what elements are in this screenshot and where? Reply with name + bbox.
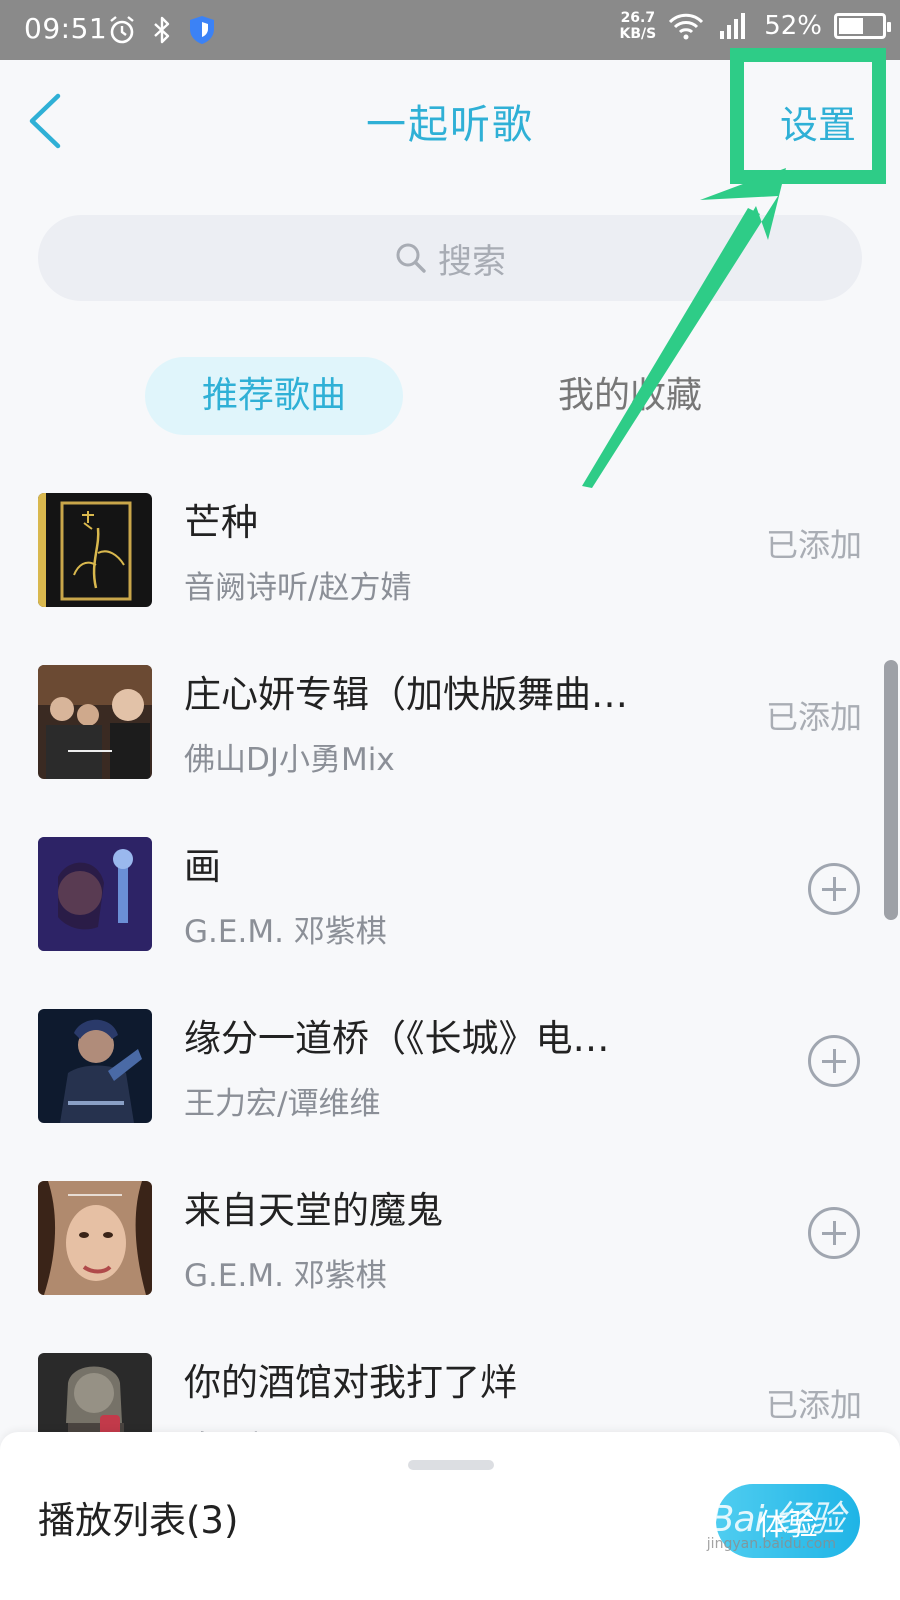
song-row[interactable]: 芒种 音阙诗听/赵方婧 已添加 xyxy=(0,480,900,652)
tab-recommended-songs[interactable]: 推荐歌曲 xyxy=(145,357,403,435)
add-song-button[interactable] xyxy=(808,1035,860,1087)
album-cover xyxy=(38,837,152,951)
drag-handle[interactable] xyxy=(408,1460,494,1470)
song-title: 缘分一道桥（《长城》电… xyxy=(184,1017,610,1060)
song-row[interactable]: 缘分一道桥（《长城》电… 王力宏/谭维维 xyxy=(0,996,900,1168)
tab-bar: 推荐歌曲 我的收藏 xyxy=(0,357,900,435)
network-speed: 26.7 KB/S xyxy=(619,10,656,42)
song-row[interactable]: 来自天堂的魔鬼 G.E.M. 邓紫棋 xyxy=(0,1168,900,1340)
song-artist: 佛山DJ小勇Mix xyxy=(184,742,395,778)
alarm-icon xyxy=(110,16,134,44)
album-cover xyxy=(38,665,152,779)
baidu-watermark: Bai 经验 xyxy=(709,1499,845,1540)
album-cover xyxy=(38,1009,152,1123)
shield-icon xyxy=(190,16,214,44)
search-input[interactable]: 搜索 xyxy=(38,215,862,301)
song-artist: G.E.M. 邓紫棋 xyxy=(184,914,387,950)
song-title: 庄心妍专辑（加快版舞曲… xyxy=(184,673,628,716)
signal-4g-icon xyxy=(720,13,746,39)
page-title: 一起听歌 xyxy=(366,102,534,148)
battery-icon xyxy=(834,13,891,39)
song-artist: 音阙诗听/赵方婧 xyxy=(184,570,412,606)
song-artist: G.E.M. 邓紫棋 xyxy=(184,1258,387,1294)
tab-my-favorites[interactable]: 我的收藏 xyxy=(520,357,740,435)
song-title: 你的酒馆对我打了烊 xyxy=(184,1361,517,1404)
album-cover xyxy=(38,1181,152,1295)
song-row[interactable]: 画 G.E.M. 邓紫棋 xyxy=(0,824,900,996)
wifi-icon xyxy=(669,13,704,40)
song-list: 芒种 音阙诗听/赵方婧 已添加 庄心妍专辑（加快版舞曲… 佛山DJ小勇Mix 已… xyxy=(0,480,900,1512)
network-speed-unit: KB/S xyxy=(619,26,657,42)
added-label: 已添加 xyxy=(765,698,862,736)
song-artist: 王力宏/谭维维 xyxy=(184,1086,381,1122)
settings-button[interactable]: 设置 xyxy=(780,94,856,149)
status-bar: 09:51 26.7 KB/S 52% xyxy=(0,0,900,60)
network-speed-value: 26.7 xyxy=(620,10,656,26)
song-row[interactable]: 庄心妍专辑（加快版舞曲… 佛山DJ小勇Mix 已添加 xyxy=(0,652,900,824)
song-title: 画 xyxy=(184,845,221,888)
search-placeholder: 搜索 xyxy=(438,241,506,282)
battery-percentage: 52% xyxy=(764,11,822,41)
status-left-icons xyxy=(108,14,216,46)
playlist-label[interactable]: 播放列表(3) xyxy=(38,1490,238,1544)
search-icon xyxy=(396,243,426,273)
nav-bar: 一起听歌 设置 xyxy=(0,60,900,180)
album-cover xyxy=(38,493,152,607)
bluetooth-icon xyxy=(154,16,170,44)
playlist-bottom-sheet: 播放列表(3) 体验 Bai 经验 jingyan.baidu.com xyxy=(0,1432,900,1600)
added-label: 已添加 xyxy=(765,526,862,564)
add-song-button[interactable] xyxy=(808,863,860,915)
baidu-watermark-url: jingyan.baidu.com xyxy=(706,1536,836,1552)
song-title: 来自天堂的魔鬼 xyxy=(184,1189,443,1232)
status-time: 09:51 xyxy=(24,12,108,45)
song-title: 芒种 xyxy=(184,501,258,544)
add-song-button[interactable] xyxy=(808,1207,860,1259)
added-label: 已添加 xyxy=(765,1386,862,1424)
status-right-icons: 26.7 KB/S 52% xyxy=(619,10,891,42)
scrollbar-thumb[interactable] xyxy=(884,660,898,920)
